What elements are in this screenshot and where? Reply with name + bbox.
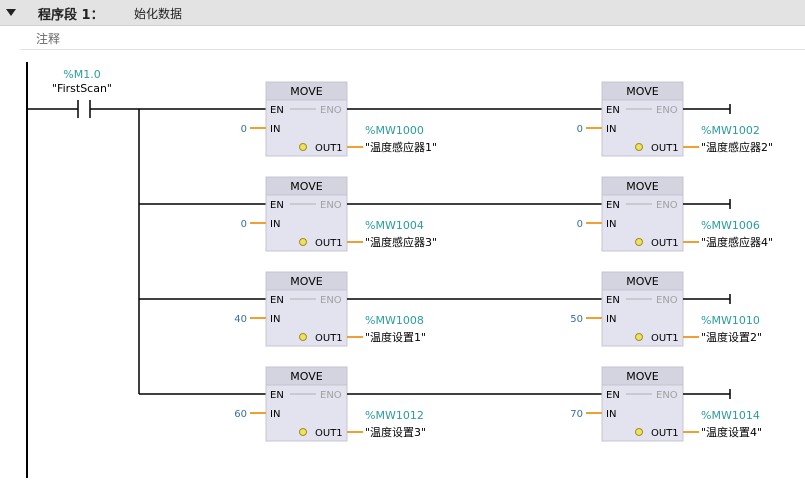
in-value[interactable]: 40 <box>234 314 247 325</box>
output-marker-icon <box>635 333 643 341</box>
out-address[interactable]: %MW1008 <box>365 314 424 327</box>
en-pin-label: EN <box>270 200 284 211</box>
out-pin-label: OUT1 <box>651 428 679 439</box>
out-symbol[interactable]: "温度感应器2" <box>701 140 773 154</box>
in-value[interactable]: 50 <box>570 314 583 325</box>
en-pin-label: EN <box>270 295 284 306</box>
output-marker-icon <box>299 333 307 341</box>
move-block-title: MOVE <box>626 275 658 288</box>
move-block-title: MOVE <box>290 275 322 288</box>
move-block-title: MOVE <box>626 370 658 383</box>
in-value[interactable]: 60 <box>234 409 247 420</box>
in-pin-label: IN <box>270 219 280 230</box>
in-pin-label: IN <box>606 409 616 420</box>
in-value[interactable]: 0 <box>577 219 583 230</box>
out-address[interactable]: %MW1014 <box>701 409 760 422</box>
contact-address[interactable]: %M1.0 <box>63 68 100 81</box>
output-marker-icon <box>299 428 307 436</box>
in-value[interactable]: 0 <box>241 219 247 230</box>
en-pin-label: EN <box>606 390 620 401</box>
eno-pin-label: ENO <box>656 200 678 211</box>
move-block-title: MOVE <box>626 85 658 98</box>
in-pin-label: IN <box>270 409 280 420</box>
in-value[interactable]: 70 <box>570 409 583 420</box>
eno-pin-label: ENO <box>656 295 678 306</box>
in-pin-label: IN <box>270 314 280 325</box>
output-marker-icon <box>299 238 307 246</box>
out-address[interactable]: %MW1010 <box>701 314 760 327</box>
move-block-title: MOVE <box>290 370 322 383</box>
out-symbol[interactable]: "温度感应器4" <box>701 235 773 249</box>
output-marker-icon <box>635 238 643 246</box>
move-block-title: MOVE <box>290 180 322 193</box>
output-marker-icon <box>635 143 643 151</box>
eno-pin-label: ENO <box>656 105 678 116</box>
out-pin-label: OUT1 <box>651 333 679 344</box>
en-pin-label: EN <box>606 200 620 211</box>
output-marker-icon <box>299 143 307 151</box>
out-symbol[interactable]: "温度感应器1" <box>365 140 437 154</box>
out-address[interactable]: %MW1006 <box>701 219 760 232</box>
move-block-title: MOVE <box>626 180 658 193</box>
out-symbol[interactable]: "温度设置1" <box>365 330 426 344</box>
out-pin-label: OUT1 <box>651 238 679 249</box>
eno-pin-label: ENO <box>320 390 342 401</box>
eno-pin-label: ENO <box>320 200 342 211</box>
in-value[interactable]: 0 <box>577 124 583 135</box>
en-pin-label: EN <box>606 295 620 306</box>
out-address[interactable]: %MW1000 <box>365 124 424 137</box>
out-symbol[interactable]: "温度设置3" <box>365 425 426 439</box>
out-symbol[interactable]: "温度设置2" <box>701 330 762 344</box>
out-pin-label: OUT1 <box>315 428 343 439</box>
out-symbol[interactable]: "温度设置4" <box>701 425 762 439</box>
out-address[interactable]: %MW1004 <box>365 219 424 232</box>
out-address[interactable]: %MW1012 <box>365 409 424 422</box>
in-pin-label: IN <box>606 124 616 135</box>
eno-pin-label: ENO <box>320 295 342 306</box>
in-pin-label: IN <box>606 314 616 325</box>
eno-pin-label: ENO <box>656 390 678 401</box>
out-pin-label: OUT1 <box>315 238 343 249</box>
ladder-diagram: %M1.0"FirstScan" MOVE EN ENO 0 IN OUT1 %MW1000 "… <box>26 62 773 478</box>
en-pin-label: EN <box>270 390 284 401</box>
en-pin-label: EN <box>606 105 620 116</box>
out-pin-label: OUT1 <box>651 143 679 154</box>
en-pin-label: EN <box>270 105 284 116</box>
out-symbol[interactable]: "温度感应器3" <box>365 235 437 249</box>
out-pin-label: OUT1 <box>315 333 343 344</box>
in-pin-label: IN <box>606 219 616 230</box>
eno-pin-label: ENO <box>320 105 342 116</box>
out-address[interactable]: %MW1002 <box>701 124 760 137</box>
output-marker-icon <box>635 428 643 436</box>
in-pin-label: IN <box>270 124 280 135</box>
in-value[interactable]: 0 <box>241 124 247 135</box>
contact-symbol[interactable]: "FirstScan" <box>52 82 112 95</box>
out-pin-label: OUT1 <box>315 143 343 154</box>
move-block-title: MOVE <box>290 85 322 98</box>
